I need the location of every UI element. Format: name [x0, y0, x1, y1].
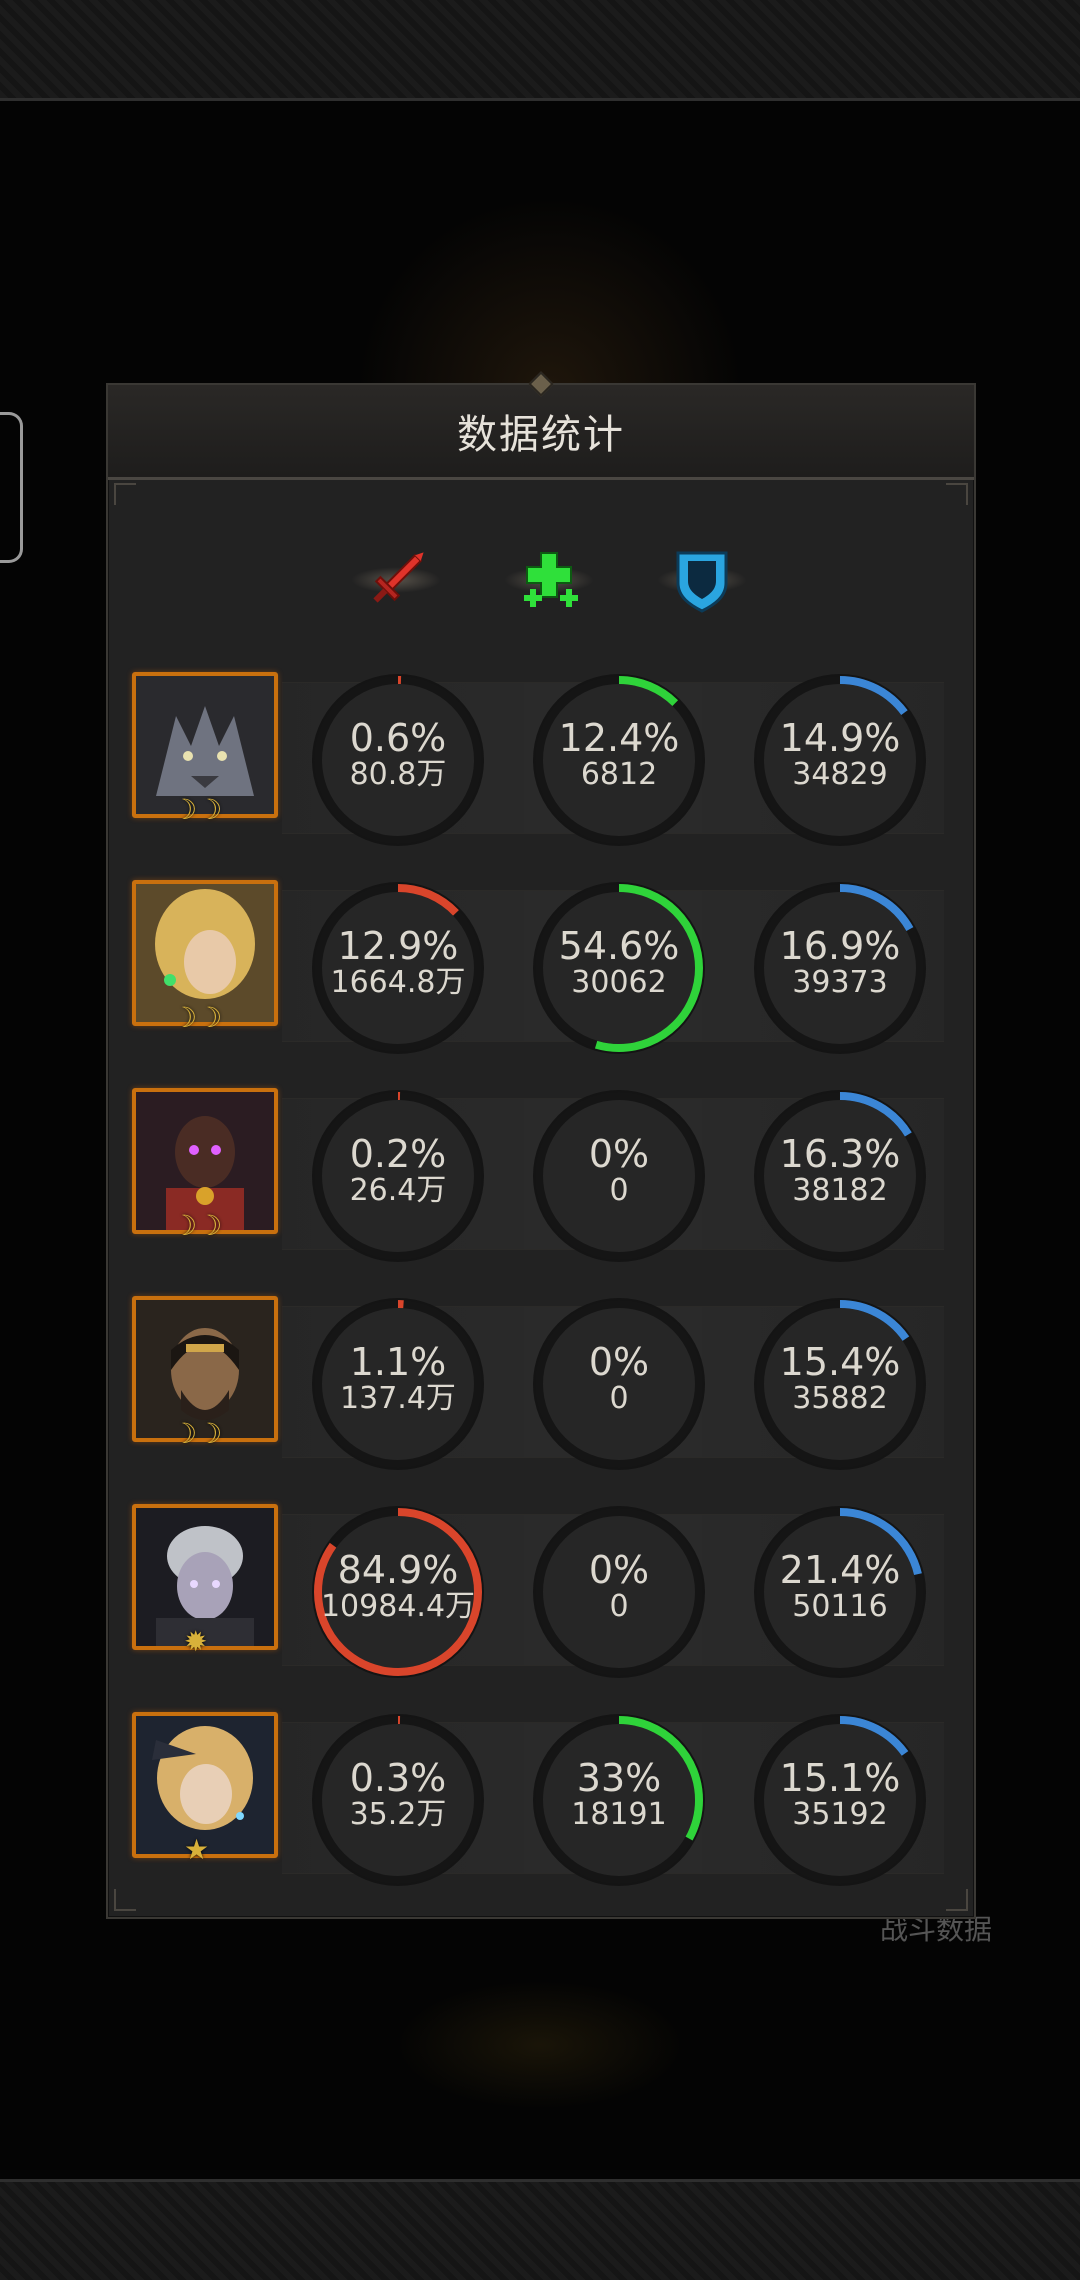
tank-value: 35882 [792, 1381, 888, 1416]
rank-badge-icon: ☽☽ [172, 1209, 223, 1242]
damage-percent: 0.3% [349, 1756, 447, 1800]
damage-stat-text: 84.9% 10984.4万 [308, 1550, 488, 1624]
damage-value: 137.4万 [340, 1381, 456, 1416]
rank-badge-icon: ☽☽ [172, 1417, 223, 1450]
shield-icon [657, 535, 747, 625]
tank-ring: 16.3% 38182 [750, 1086, 930, 1266]
hero-row: ★ 0.3% 35.2万 33% 18191 15.1% 35192 [108, 1710, 974, 1900]
damage-percent: 0.2% [349, 1132, 447, 1176]
damage-ring: 0.3% 35.2万 [308, 1710, 488, 1890]
heal-percent: 0% [588, 1340, 650, 1384]
tank-stat-text: 14.9% 34829 [750, 718, 930, 792]
tank-value: 34829 [792, 757, 888, 792]
hero-row: ☽☽ 1.1% 137.4万 0% 0 15.4% 35882 [108, 1294, 974, 1484]
tank-ring: 21.4% 50116 [750, 1502, 930, 1682]
damage-percent: 12.9% [337, 924, 459, 968]
heal-percent: 0% [588, 1132, 650, 1176]
heal-ring: 0% 0 [529, 1294, 709, 1474]
heal-stat-text: 0% 0 [529, 1550, 709, 1624]
damage-stat-text: 0.3% 35.2万 [308, 1758, 488, 1832]
heal-value: 6812 [580, 757, 658, 792]
damage-ring: 12.9% 1664.8万 [308, 878, 488, 1058]
side-tab-handle[interactable] [0, 412, 23, 563]
rank-badge-icon: ☽☽ [172, 793, 223, 826]
heal-value: 0 [609, 1589, 629, 1624]
tank-percent: 16.3% [779, 1132, 901, 1176]
hero-row: ☽☽ 12.9% 1664.8万 54.6% 30062 16.9% 39373 [108, 878, 974, 1068]
tank-ring: 16.9% 39373 [750, 878, 930, 1058]
corner-ornament [114, 483, 136, 505]
tank-value: 35192 [792, 1797, 888, 1832]
sword-icon [351, 535, 441, 625]
damage-ring: 0.6% 80.8万 [308, 670, 488, 850]
tank-percent: 15.4% [779, 1340, 901, 1384]
rank-badge-icon: ☽☽ [172, 1001, 223, 1034]
top-ornament-bar [0, 0, 1080, 101]
corner-ornament [946, 483, 968, 505]
hero-row: ☽☽ 0.6% 80.8万 12.4% 6812 14.9% 34829 [108, 670, 974, 860]
background-emblem [395, 1980, 685, 2110]
tank-ring: 15.4% 35882 [750, 1294, 930, 1474]
tank-value: 39373 [792, 965, 888, 1000]
heal-ring: 0% 0 [529, 1502, 709, 1682]
panel-header: 数据统计 [108, 371, 974, 480]
damage-ring: 84.9% 10984.4万 [308, 1502, 488, 1682]
heal-stat-text: 33% 18191 [529, 1758, 709, 1832]
tank-ring: 14.9% 34829 [750, 670, 930, 850]
heal-value: 0 [609, 1381, 629, 1416]
hero-row: ✹ 84.9% 10984.4万 0% 0 21.4% 50116 [108, 1502, 974, 1692]
stats-panel: 数据统计 ☽☽ 0.6% 80.8万 12.4% 6812 14.9% 3482… [106, 371, 976, 1919]
heal-ring: 12.4% 6812 [529, 670, 709, 850]
tank-ring: 15.1% 35192 [750, 1710, 930, 1890]
heal-stat-text: 0% 0 [529, 1342, 709, 1416]
damage-stat-text: 0.2% 26.4万 [308, 1134, 488, 1208]
heal-stat-text: 0% 0 [529, 1134, 709, 1208]
damage-percent: 84.9% [337, 1548, 459, 1592]
damage-value: 10984.4万 [320, 1589, 476, 1624]
tank-percent: 16.9% [779, 924, 901, 968]
damage-stat-text: 12.9% 1664.8万 [308, 926, 488, 1000]
hero-row: ☽☽ 0.2% 26.4万 0% 0 16.3% 38182 [108, 1086, 974, 1276]
heal-ring: 0% 0 [529, 1086, 709, 1266]
heal-value: 0 [609, 1173, 629, 1208]
damage-value: 1664.8万 [330, 965, 466, 1000]
damage-value: 35.2万 [349, 1797, 447, 1832]
heal-value: 30062 [571, 965, 667, 1000]
tank-stat-text: 16.9% 39373 [750, 926, 930, 1000]
damage-stat-text: 1.1% 137.4万 [308, 1342, 488, 1416]
damage-value: 26.4万 [349, 1173, 447, 1208]
rank-badge-icon: ✹ [184, 1625, 208, 1658]
tank-stat-text: 21.4% 50116 [750, 1550, 930, 1624]
heal-value: 18191 [571, 1797, 667, 1832]
tank-percent: 14.9% [779, 716, 901, 760]
heal-stat-text: 12.4% 6812 [529, 718, 709, 792]
heal-percent: 33% [576, 1756, 662, 1800]
tank-stat-text: 15.1% 35192 [750, 1758, 930, 1832]
heal-stat-text: 54.6% 30062 [529, 926, 709, 1000]
damage-value: 80.8万 [349, 757, 447, 792]
heal-percent: 0% [588, 1548, 650, 1592]
tank-stat-text: 16.3% 38182 [750, 1134, 930, 1208]
heal-percent: 54.6% [558, 924, 680, 968]
heal-percent: 12.4% [558, 716, 680, 760]
tank-value: 38182 [792, 1173, 888, 1208]
heal-ring: 54.6% 30062 [529, 878, 709, 1058]
damage-percent: 1.1% [349, 1340, 447, 1384]
rank-badge-icon: ★ [184, 1833, 210, 1866]
tank-stat-text: 15.4% 35882 [750, 1342, 930, 1416]
tank-percent: 15.1% [779, 1756, 901, 1800]
tank-value: 50116 [792, 1589, 888, 1624]
heal-ring: 33% 18191 [529, 1710, 709, 1890]
heal-cross-icon [504, 535, 594, 625]
bottom-ornament-bar [0, 2179, 1080, 2280]
panel-title: 数据统计 [457, 412, 625, 458]
damage-ring: 1.1% 137.4万 [308, 1294, 488, 1474]
damage-percent: 0.6% [349, 716, 447, 760]
damage-stat-text: 0.6% 80.8万 [308, 718, 488, 792]
tank-percent: 21.4% [779, 1548, 901, 1592]
damage-ring: 0.2% 26.4万 [308, 1086, 488, 1266]
